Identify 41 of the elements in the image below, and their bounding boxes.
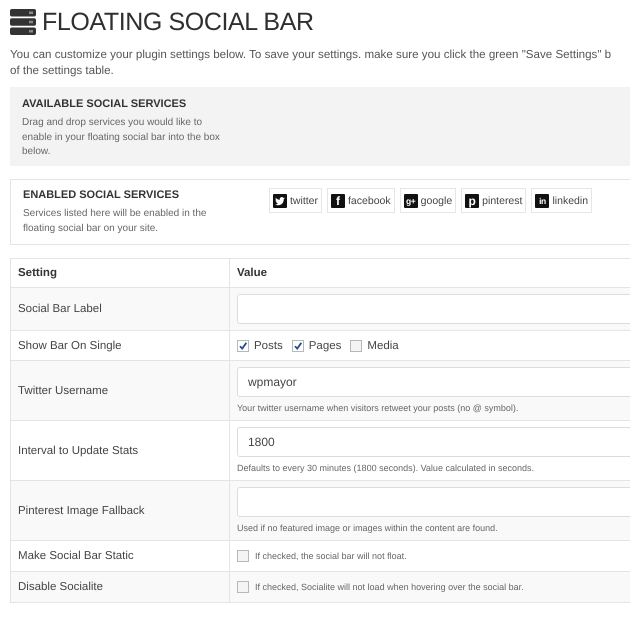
column-header: Value <box>230 258 630 288</box>
service-chip[interactable]: twitter <box>269 188 322 213</box>
text-field[interactable]: wpmayor <box>237 367 630 397</box>
server-icon <box>10 9 36 35</box>
checkbox-label: Media <box>367 340 399 352</box>
text-field[interactable] <box>237 294 630 324</box>
text-field[interactable]: 1800 <box>237 427 630 457</box>
help-text: Defaults to every 30 minutes (1800 seconds). Value calculated in seconds. <box>237 463 535 474</box>
checkbox-label: Pages <box>308 340 342 352</box>
bird-icon <box>273 194 287 208</box>
checkbox[interactable] <box>350 340 362 352</box>
checkbox[interactable] <box>237 340 249 352</box>
checkbox[interactable] <box>237 581 249 593</box>
page-title: FLOATING SOCIAL BAR <box>42 8 314 36</box>
service-chip[interactable]: f facebook <box>327 188 395 213</box>
setting-label: Twitter Username <box>10 360 230 420</box>
panel-description: Drag and drop services you would like to enable in your floating social bar into the box below. <box>22 116 221 159</box>
service-chip[interactable]: g+ google <box>400 188 456 213</box>
setting-label: Pinterest Image Fallback <box>10 480 230 540</box>
intro-text: of the settings table. <box>10 63 114 79</box>
help-text: Used if no featured image or images within the content are found. <box>237 523 499 534</box>
checkbox[interactable] <box>237 550 249 562</box>
text-field[interactable] <box>237 487 630 517</box>
intro-text: You can customize your plugin settings below. To save your settings. make sure you click the green "Save Settings" b <box>10 47 612 63</box>
checkbox[interactable] <box>292 340 304 352</box>
setting-label: Social Bar Label <box>10 288 230 330</box>
checkbox-label: If checked, the social bar will not float. <box>255 551 407 561</box>
checkbox-label: If checked, Socialite will not load when hovering over the social bar. <box>255 582 524 592</box>
panel-heading: ENABLED SOCIAL SERVICES <box>23 188 180 202</box>
checkbox-label: Posts <box>254 340 283 352</box>
service-chip[interactable]: in linkedin <box>531 188 592 213</box>
letter-logo-icon: f <box>331 194 346 208</box>
letter-logo-icon: in <box>535 194 550 208</box>
panel-heading: AVAILABLE SOCIAL SERVICES <box>22 97 188 111</box>
service-chip[interactable]: p pinterest <box>461 188 526 213</box>
setting-label: Disable Socialite <box>10 572 230 602</box>
letter-logo-icon: p <box>465 194 480 208</box>
column-header: Setting <box>10 258 230 288</box>
panel-description: Services listed here will be enabled in the floating social bar on your site. <box>23 207 208 236</box>
help-text: Your twitter username when visitors retweet your posts (no @ symbol). <box>237 403 520 414</box>
letter-logo-icon: g+ <box>404 194 418 208</box>
